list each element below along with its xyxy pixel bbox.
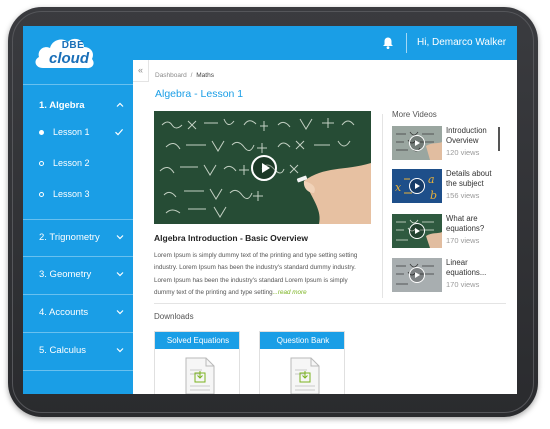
video-thumbnail	[392, 258, 442, 292]
lesson-label: Lesson 1	[53, 127, 90, 137]
nav-section-label: 4. Accounts	[39, 307, 89, 318]
downloads-heading: Downloads	[154, 312, 194, 321]
nav-section-label: 5. Calculus	[39, 345, 86, 356]
play-icon	[409, 135, 425, 151]
more-video-title: Linear equations...	[446, 258, 487, 277]
breadcrumb-separator: /	[190, 72, 193, 79]
sidebar-collapse-button[interactable]: «	[133, 60, 149, 82]
lesson-bullet	[39, 130, 44, 135]
download-document-icon	[185, 357, 215, 394]
nav-section-calculus[interactable]: 5. Calculus	[23, 338, 133, 364]
nav-divider	[23, 84, 133, 85]
video-description: Lorem Ipsum is simply dummy text of the …	[154, 250, 370, 300]
more-video-title: Introduction Overview	[446, 126, 487, 145]
breadcrumb: Dashboard / Maths	[155, 72, 214, 79]
nav-section-label: 3. Geometry	[39, 269, 92, 280]
lesson-bullet	[39, 192, 44, 197]
lesson-bullet	[39, 161, 44, 166]
video-description-text: Lorem Ipsum is simply dummy text of the …	[154, 252, 358, 297]
play-icon	[409, 223, 425, 239]
sidebar: DBE cloud 1. Algebra Lesson 1 Lesson 2 L…	[23, 26, 133, 394]
chevron-down-icon	[116, 310, 124, 315]
video-thumbnail: x ab	[392, 169, 442, 203]
more-video-title: Details about the subject	[446, 169, 492, 188]
nav-divider	[23, 370, 133, 371]
lesson-label: Lesson 2	[53, 158, 90, 168]
more-videos-heading: More Videos	[392, 110, 437, 119]
read-more-link[interactable]: ...read more	[273, 289, 307, 296]
more-video-views: 156 views	[446, 191, 480, 200]
download-document-icon	[290, 357, 320, 394]
nav-section-trignometry[interactable]: 2. Trignometry	[23, 225, 133, 251]
lesson-item-1[interactable]: Lesson 1	[23, 122, 133, 144]
nav-section-accounts[interactable]: 4. Accounts	[23, 300, 133, 326]
play-button[interactable]	[251, 155, 277, 181]
nav-section-geometry[interactable]: 3. Geometry	[23, 262, 133, 288]
video-title: Algebra Introduction - Basic Overview	[154, 233, 308, 243]
more-video-item[interactable]: What are equations? 170 views	[392, 214, 502, 252]
chevron-up-icon	[116, 102, 124, 107]
more-video-item[interactable]: Linear equations... 170 views	[392, 258, 502, 296]
video-thumbnail	[392, 214, 442, 248]
lesson-item-2[interactable]: Lesson 2	[23, 153, 133, 175]
download-card-title: Question Bank	[260, 332, 344, 349]
more-video-item[interactable]: x ab Details about the subject 156 views	[392, 169, 502, 207]
scrollbar-thumb[interactable]	[498, 127, 500, 151]
svg-text:a: a	[428, 173, 435, 186]
column-divider	[382, 114, 383, 298]
checkmark-icon	[115, 129, 124, 136]
more-video-views: 170 views	[446, 236, 480, 245]
nav-divider	[23, 256, 133, 257]
logo-text-bottom: cloud	[49, 50, 89, 67]
section-divider	[154, 303, 506, 304]
nav-divider	[23, 294, 133, 295]
download-card-title: Solved Equations	[155, 332, 239, 349]
brand-logo[interactable]: DBE cloud	[31, 30, 97, 74]
video-player[interactable]	[154, 111, 371, 224]
nav-section-label: 2. Trignometry	[39, 232, 100, 243]
more-video-item[interactable]: Introduction Overview 120 views	[392, 126, 502, 164]
chevron-down-icon	[116, 235, 124, 240]
download-card-question-bank[interactable]: Question Bank	[259, 331, 345, 394]
header-divider	[406, 33, 407, 53]
nav-section-label: 1. Algebra	[39, 100, 85, 111]
nav-divider	[23, 219, 133, 220]
user-greeting[interactable]: Hi, Demarco Walker	[417, 37, 506, 48]
nav-section-algebra[interactable]: 1. Algebra	[23, 93, 133, 119]
chevron-down-icon	[116, 272, 124, 277]
download-card-solved-equations[interactable]: Solved Equations	[154, 331, 240, 394]
notification-bell-icon[interactable]	[381, 36, 395, 50]
page-title: Algebra - Lesson 1	[155, 88, 244, 100]
svg-text:x: x	[395, 181, 402, 194]
svg-text:b: b	[430, 189, 437, 202]
play-icon	[409, 267, 425, 283]
app-screen: Hi, Demarco Walker DBE cloud 1. Algebra …	[23, 26, 517, 394]
more-video-views: 170 views	[446, 280, 480, 289]
more-video-title: What are equations?	[446, 214, 485, 233]
nav-divider	[23, 332, 133, 333]
breadcrumb-current: Maths	[196, 72, 214, 79]
breadcrumb-root[interactable]: Dashboard	[155, 72, 187, 79]
video-thumbnail	[392, 126, 442, 160]
more-video-views: 120 views	[446, 148, 480, 157]
lesson-label: Lesson 3	[53, 189, 90, 199]
chevron-down-icon	[116, 348, 124, 353]
play-icon	[409, 178, 425, 194]
lesson-item-3[interactable]: Lesson 3	[23, 184, 133, 206]
